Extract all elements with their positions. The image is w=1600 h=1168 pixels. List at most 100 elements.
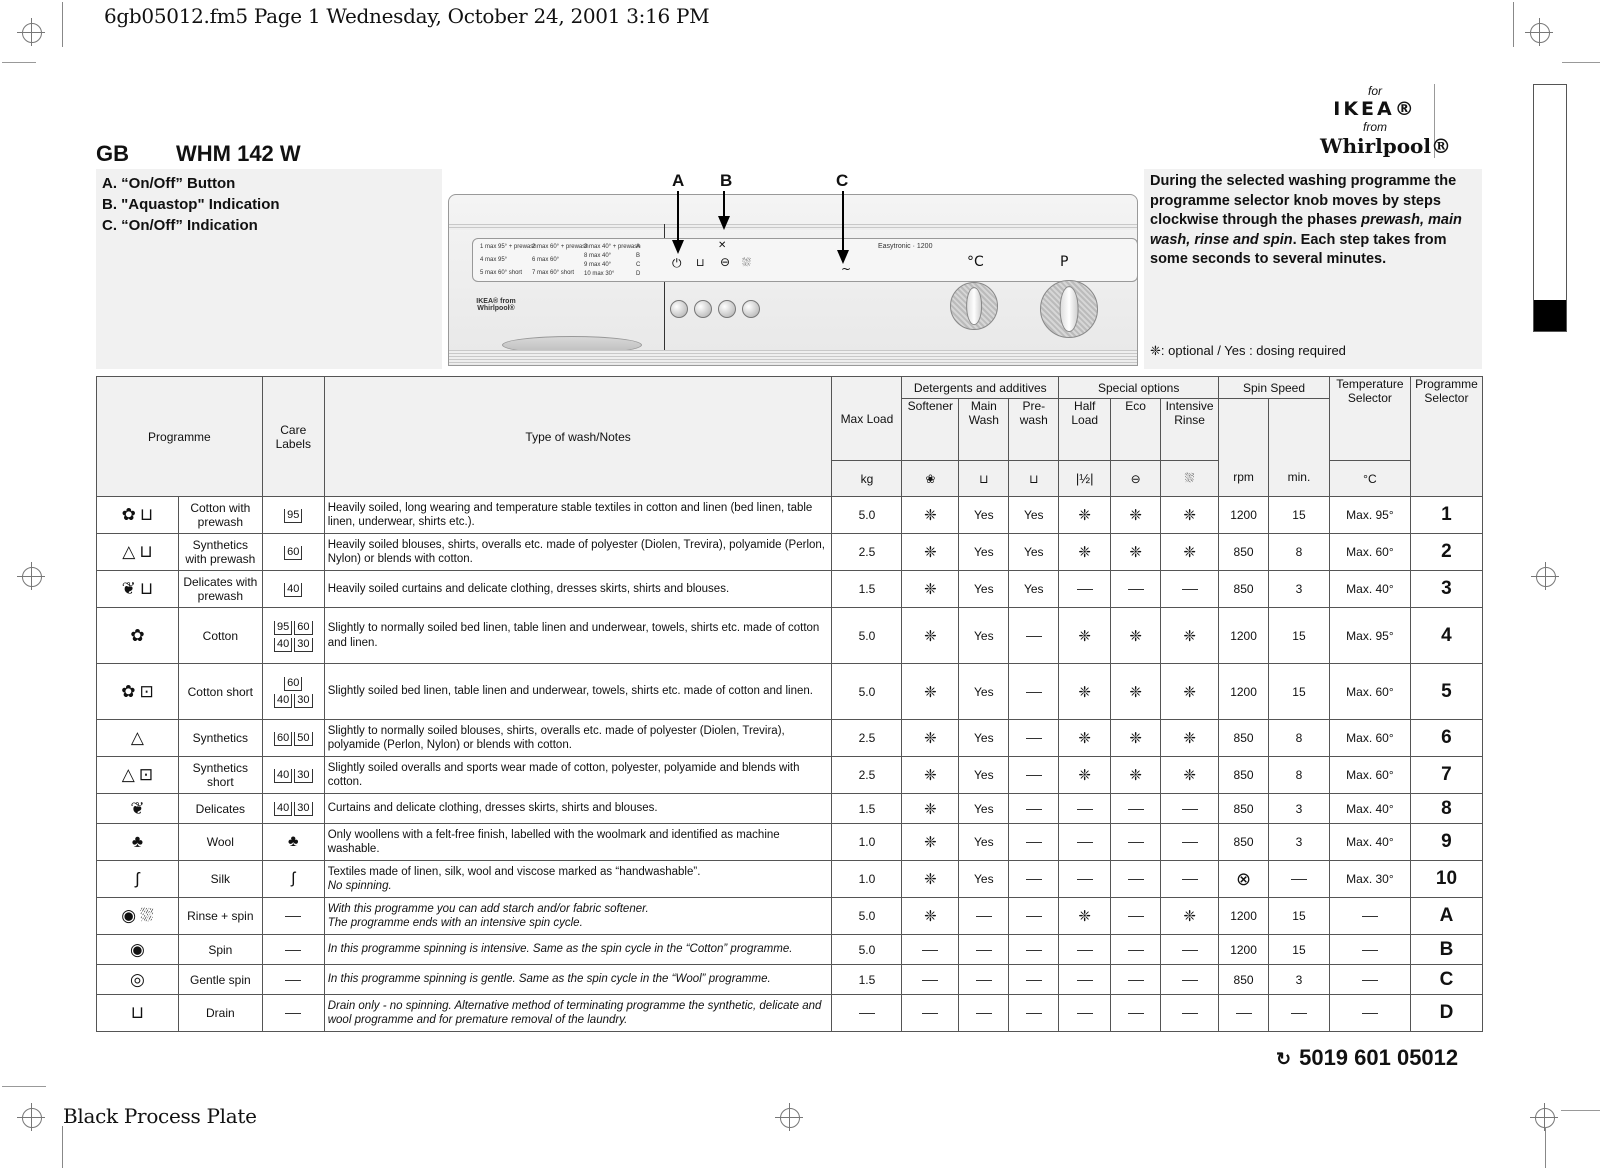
prewash: Yes <box>1008 570 1060 608</box>
care-label-icon: 60 <box>284 545 303 560</box>
programme-selector: B <box>1409 934 1484 965</box>
table-row: ◉ Spin In this programme spinning is inten… <box>96 934 1484 965</box>
table-row: ⊔ Drain Drain only - no spinning. Alternat… <box>96 994 1484 1032</box>
intensive-rinse: ❈ <box>1160 496 1220 534</box>
notes-cell: Heavily soiled curtains and delicate clo… <box>323 570 833 608</box>
on-off-button[interactable] <box>670 300 688 318</box>
prewash-icon: ⊔ <box>139 542 153 561</box>
registration-mark-icon <box>1530 1103 1558 1131</box>
notes-cell: Textiles made of linen, silk, wool and v… <box>323 860 833 898</box>
cotton-icon: ✿ <box>121 505 136 524</box>
crop-line <box>1545 1127 1546 1168</box>
spin-min: 3 <box>1268 964 1330 995</box>
header-prewash: Pre-wash <box>1008 398 1060 461</box>
control-panel-illustration: 1 max 95° + prewash 4 max 95° 5 max 60° … <box>448 194 1138 366</box>
softener: ❈ <box>901 756 960 794</box>
cotton-icon: ✿ <box>130 625 145 645</box>
none-dash <box>1025 691 1042 693</box>
notes-text: Heavily soiled blouses, shirts, overalls… <box>327 538 825 566</box>
main-wash: Yes <box>958 793 1010 824</box>
none-dash <box>1025 979 1042 981</box>
notes-text: In this programme spinning is intensive.… <box>327 943 793 956</box>
programme-selector: 5 <box>1409 663 1484 720</box>
none-dash <box>1127 916 1144 918</box>
softener <box>901 994 960 1032</box>
spin-min: 8 <box>1268 756 1330 794</box>
eco-button[interactable] <box>718 300 736 318</box>
programme-icons: ♣ <box>96 823 179 861</box>
rinse-button[interactable] <box>742 300 760 318</box>
programme-icons: ❦ ⊔ <box>96 570 179 608</box>
registration-mark-icon <box>17 18 45 46</box>
none-dash <box>1361 916 1378 918</box>
programme-icons: ✿ <box>96 607 179 664</box>
notes-cell: Slightly soiled overalls and sports wear… <box>323 756 833 794</box>
intensive-rinse <box>1160 860 1220 898</box>
header-celsius: °C <box>1328 460 1411 497</box>
none-dash <box>1076 842 1093 844</box>
prewash-icon: ⊔ <box>139 505 154 524</box>
care-labels: 60 50 <box>261 719 325 757</box>
prewash <box>1008 719 1060 757</box>
plate-label: Black Process Plate <box>63 1104 257 1128</box>
notes-text: Heavily soiled curtains and delicate clo… <box>327 582 730 595</box>
notes-text: Slightly soiled bed linen, table linen a… <box>327 685 813 698</box>
header-detergents: Detergents and additives <box>901 376 1060 399</box>
none-dash <box>858 1013 875 1015</box>
care-label-icon: 60 <box>274 731 293 746</box>
spin-min: 15 <box>1268 663 1330 720</box>
none-dash <box>975 916 992 918</box>
temperature-knob[interactable] <box>950 282 998 330</box>
temperature: Max. 40° <box>1328 570 1411 608</box>
prewash-button[interactable] <box>694 300 712 318</box>
notes-text: Curtains and delicate clothing, dresses … <box>327 802 658 815</box>
programme-selector: 10 <box>1409 860 1484 898</box>
main-wash <box>958 934 1010 965</box>
temperature: Max. 40° <box>1328 793 1411 824</box>
programme-name: Wool <box>177 823 263 861</box>
spin-rpm: 850 <box>1218 964 1270 995</box>
none-dash <box>1361 1013 1378 1015</box>
programme-selector: 1 <box>1409 496 1484 534</box>
intensive-rinse <box>1160 823 1220 861</box>
spin-rpm: 850 <box>1218 533 1270 571</box>
prewash <box>1008 860 1060 898</box>
short-icon: ⊡ <box>139 681 154 701</box>
programme-name: Delicates <box>177 793 263 824</box>
programme-knob[interactable] <box>1040 280 1098 338</box>
none-dash <box>1025 916 1042 918</box>
softener: ❈ <box>901 860 960 898</box>
notes-text-2: No spinning. <box>327 880 392 892</box>
main-wash-symbol-icon: ⊔ <box>696 256 705 269</box>
header-spin-speed: Spin Speed <box>1218 376 1330 399</box>
programme-name: Delicates with prewash <box>177 570 263 608</box>
max-load: 1.0 <box>831 860 903 898</box>
programme-selector: 2 <box>1409 533 1484 571</box>
care-label-icon: 95 <box>284 508 303 523</box>
eco: ❈ <box>1110 756 1162 794</box>
notes-text-2: The programme ends with an intensive spi… <box>327 917 583 929</box>
table-row: ♣ Wool ♣ Only woollens with a felt-free fin… <box>96 823 1484 861</box>
care-label-icon: 40 <box>274 637 293 652</box>
header-main-wash: Main Wash <box>958 398 1010 461</box>
programme-icons: △ ⊡ <box>96 756 179 794</box>
spin-icon: ◉ <box>121 906 137 925</box>
care-labels <box>261 964 325 995</box>
intensive-rinse: ❈ <box>1160 756 1220 794</box>
prewash-icon: ⊔ <box>1008 460 1060 497</box>
spin-min: 3 <box>1268 793 1330 824</box>
intensive-rinse <box>1160 793 1220 824</box>
eco-symbol-icon: ⊖ <box>720 255 731 269</box>
on-off-symbol-icon: ⏻ <box>672 256 682 270</box>
intensive-rinse: ❈ <box>1160 533 1220 571</box>
spin-rpm: 1200 <box>1218 663 1270 720</box>
none-dash <box>1076 589 1093 591</box>
notes-cell: Heavily soiled blouses, shirts, overalls… <box>323 533 833 571</box>
half-load <box>1058 994 1112 1032</box>
none-dash <box>1127 589 1144 591</box>
whirlpool-logo: Whirlpool® <box>1320 134 1451 158</box>
spin-rpm: 1200 <box>1218 934 1270 965</box>
panel-brand: IKEA® from Whirlpool® <box>476 298 516 312</box>
max-load: 2.5 <box>831 756 903 794</box>
programme-name: Cotton with prewash <box>177 496 263 534</box>
